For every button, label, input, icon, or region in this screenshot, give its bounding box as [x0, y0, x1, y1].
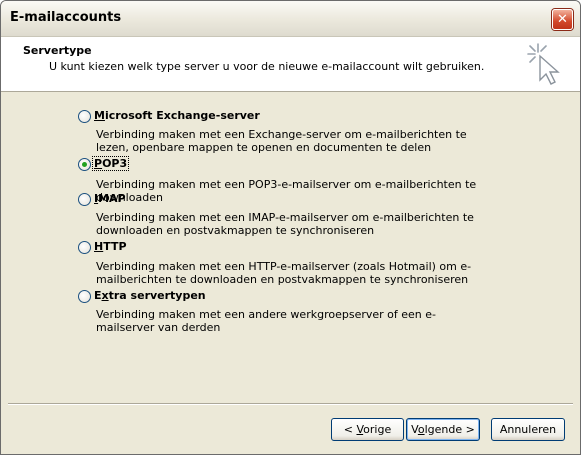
option-label-pop3[interactable]: POP3 — [91, 156, 130, 171]
close-icon: ✕ — [557, 12, 568, 27]
divider — [8, 403, 573, 405]
email-accounts-dialog: E-mailaccounts ✕ Servertype U kunt kieze… — [0, 0, 581, 455]
title-bar[interactable]: E-mailaccounts ✕ — [1, 1, 580, 37]
close-button[interactable]: ✕ — [552, 9, 573, 30]
next-button[interactable]: Volgende > — [406, 418, 480, 441]
radio-exchange[interactable] — [78, 110, 91, 123]
option-desc-imap: Verbinding maken met een IMAP-e-mailserv… — [96, 211, 474, 237]
option-desc-extra: Verbinding maken met een andere werkgroe… — [96, 308, 436, 334]
option-label-imap[interactable]: IMAP — [94, 192, 126, 205]
window-title: E-mailaccounts — [10, 10, 122, 25]
wizard-header: Servertype U kunt kiezen welk type serve… — [1, 37, 580, 92]
back-button[interactable]: < Vorige — [331, 418, 404, 441]
radio-http[interactable] — [78, 241, 91, 254]
cancel-button[interactable]: Annuleren — [491, 418, 565, 441]
radio-pop3[interactable] — [78, 158, 91, 171]
option-desc-exchange: Verbinding maken met een Exchange-server… — [96, 128, 467, 154]
option-desc-pop3: Verbinding maken met een POP3-e-mailserv… — [96, 178, 477, 204]
radio-imap[interactable] — [78, 193, 91, 206]
page-title: Servertype — [23, 44, 92, 57]
option-label-http[interactable]: HTTP — [94, 240, 127, 253]
wizard-cursor-icon — [527, 43, 560, 85]
page-subtitle: U kunt kiezen welk type server u voor de… — [49, 60, 485, 73]
radio-extra[interactable] — [78, 290, 91, 303]
option-label-exchange[interactable]: Microsoft Exchange-server — [94, 109, 260, 122]
option-label-extra[interactable]: Extra servertypen — [94, 289, 206, 302]
option-desc-http: Verbinding maken met een HTTP-e-mailserv… — [96, 260, 472, 286]
